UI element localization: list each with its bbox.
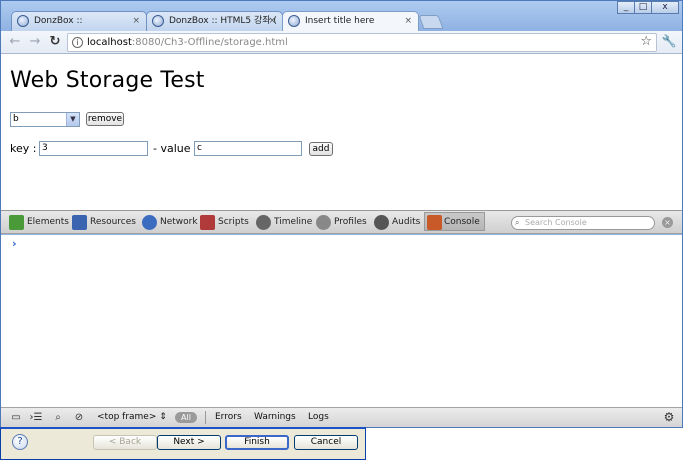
scripts-icon bbox=[200, 215, 215, 230]
tab-title: DonzBox :: bbox=[34, 16, 83, 26]
back-arrow-icon[interactable]: ← bbox=[7, 34, 23, 50]
resources-icon bbox=[72, 215, 87, 230]
help-icon[interactable]: ? bbox=[12, 434, 28, 450]
next-button[interactable]: Next > bbox=[157, 435, 221, 450]
search-placeholder: Search Console bbox=[525, 218, 587, 227]
elements-icon bbox=[9, 215, 24, 230]
console-icon bbox=[427, 215, 442, 230]
browser-toolbar: ← → ↻ i localhost:8080/Ch3-Offline/stora… bbox=[1, 31, 682, 54]
tab-resources[interactable]: Resources bbox=[72, 213, 136, 232]
key-label: key : bbox=[10, 142, 37, 155]
timeline-icon bbox=[256, 215, 271, 230]
browser-window: DonzBox :: × DonzBox :: HTML5 강좌 ( × Ins… bbox=[0, 0, 683, 428]
chevron-down-icon[interactable]: ▼ bbox=[66, 113, 79, 126]
tab-strip: DonzBox :: × DonzBox :: HTML5 강좌 ( × Ins… bbox=[1, 1, 682, 32]
tab-scripts[interactable]: Scripts bbox=[200, 213, 249, 232]
close-tab-icon[interactable]: × bbox=[132, 12, 140, 30]
close-tab-icon[interactable]: × bbox=[404, 12, 412, 30]
devtools-toolbar: Elements Resources Network Scripts Timel… bbox=[1, 210, 682, 234]
filter-errors-button[interactable]: Errors bbox=[215, 411, 242, 424]
new-tab-button[interactable] bbox=[418, 15, 444, 29]
key-input[interactable]: 3 bbox=[39, 141, 148, 156]
tab-label: Timeline bbox=[274, 217, 313, 227]
back-button[interactable]: < Back bbox=[93, 435, 157, 450]
tab-title: Insert title here bbox=[305, 16, 375, 26]
tab-title: DonzBox :: HTML5 강좌 ( bbox=[169, 16, 277, 26]
maximize-button[interactable]: □ bbox=[634, 1, 652, 14]
cancel-button[interactable]: Cancel bbox=[294, 435, 358, 450]
close-window-button[interactable]: x bbox=[651, 1, 679, 14]
filter-warnings-button[interactable]: Warnings bbox=[254, 411, 296, 424]
tab-network[interactable]: Network bbox=[142, 213, 198, 232]
frame-selector[interactable]: <top frame> ⇕ bbox=[97, 411, 167, 424]
browser-tab-active[interactable]: Insert title here × bbox=[282, 11, 419, 32]
gear-icon[interactable]: ⚙ bbox=[662, 411, 676, 424]
filter-logs-button[interactable]: Logs bbox=[308, 411, 329, 424]
add-button[interactable]: add bbox=[309, 142, 333, 156]
globe-icon bbox=[288, 15, 300, 27]
wrench-icon[interactable]: 🔧 bbox=[660, 34, 678, 51]
globe-icon bbox=[17, 15, 29, 27]
key-select-value: b bbox=[13, 114, 19, 124]
tab-label: Resources bbox=[90, 217, 136, 227]
reload-icon[interactable]: ↻ bbox=[47, 34, 63, 50]
close-icon[interactable]: × bbox=[662, 217, 673, 228]
network-icon bbox=[142, 215, 157, 230]
tab-label: Network bbox=[160, 217, 198, 227]
profiles-icon bbox=[316, 215, 331, 230]
audits-icon bbox=[374, 215, 389, 230]
wizard-dialog: ? < Back Next > Finish Cancel bbox=[0, 427, 366, 460]
tab-console[interactable]: Console bbox=[424, 212, 485, 231]
close-tab-icon[interactable]: × bbox=[268, 12, 276, 30]
page-info-icon[interactable]: i bbox=[72, 37, 83, 48]
console-prompt[interactable]: › bbox=[12, 237, 17, 250]
tab-label: Console bbox=[444, 217, 480, 227]
search-icon[interactable]: ⌕ bbox=[51, 411, 65, 424]
bookmark-star-icon[interactable]: ☆ bbox=[640, 34, 652, 49]
tab-label: Audits bbox=[392, 217, 421, 227]
tab-label: Profiles bbox=[334, 217, 367, 227]
console-search-input[interactable]: ⌕ Search Console bbox=[511, 216, 655, 230]
browser-tab[interactable]: DonzBox :: HTML5 강좌 ( × bbox=[146, 11, 283, 31]
search-icon: ⌕ bbox=[515, 218, 520, 227]
tab-timeline[interactable]: Timeline bbox=[256, 213, 312, 232]
filter-all-button[interactable]: All bbox=[175, 412, 197, 423]
tab-audits[interactable]: Audits bbox=[374, 213, 420, 232]
key-select[interactable]: b ▼ bbox=[10, 112, 80, 127]
globe-icon bbox=[152, 15, 164, 27]
tab-profiles[interactable]: Profiles bbox=[316, 213, 367, 232]
finish-button[interactable]: Finish bbox=[225, 435, 289, 450]
browser-tab[interactable]: DonzBox :: × bbox=[11, 11, 147, 31]
tab-label: Scripts bbox=[218, 217, 249, 227]
value-label: - value bbox=[153, 142, 191, 155]
remove-button[interactable]: remove bbox=[86, 112, 124, 126]
url-text: localhost:8080/Ch3-Offline/storage.html bbox=[87, 36, 288, 50]
tab-label: Elements bbox=[27, 217, 69, 227]
value-input[interactable]: c bbox=[194, 141, 302, 156]
minimize-button[interactable]: _ bbox=[617, 1, 635, 14]
clear-console-icon[interactable]: ⊘ bbox=[72, 411, 86, 424]
address-bar[interactable]: i localhost:8080/Ch3-Offline/storage.htm… bbox=[67, 33, 657, 52]
console-output[interactable]: › bbox=[1, 235, 682, 407]
url-path: :8080/Ch3-Offline/storage.html bbox=[131, 37, 288, 48]
tab-elements[interactable]: Elements bbox=[9, 213, 69, 232]
dock-icon[interactable]: ▭ bbox=[9, 411, 23, 424]
console-drawer-icon[interactable]: ›☰ bbox=[29, 411, 43, 424]
page-content: Web Storage Test b ▼ remove key : 3 - va… bbox=[1, 54, 682, 210]
devtools-status-bar: ▭ ›☰ ⌕ ⊘ <top frame> ⇕ All Errors Warnin… bbox=[1, 407, 682, 427]
page-title: Web Storage Test bbox=[10, 68, 205, 93]
forward-arrow-icon[interactable]: → bbox=[27, 34, 43, 50]
divider bbox=[205, 411, 206, 424]
url-host: localhost bbox=[87, 37, 132, 48]
